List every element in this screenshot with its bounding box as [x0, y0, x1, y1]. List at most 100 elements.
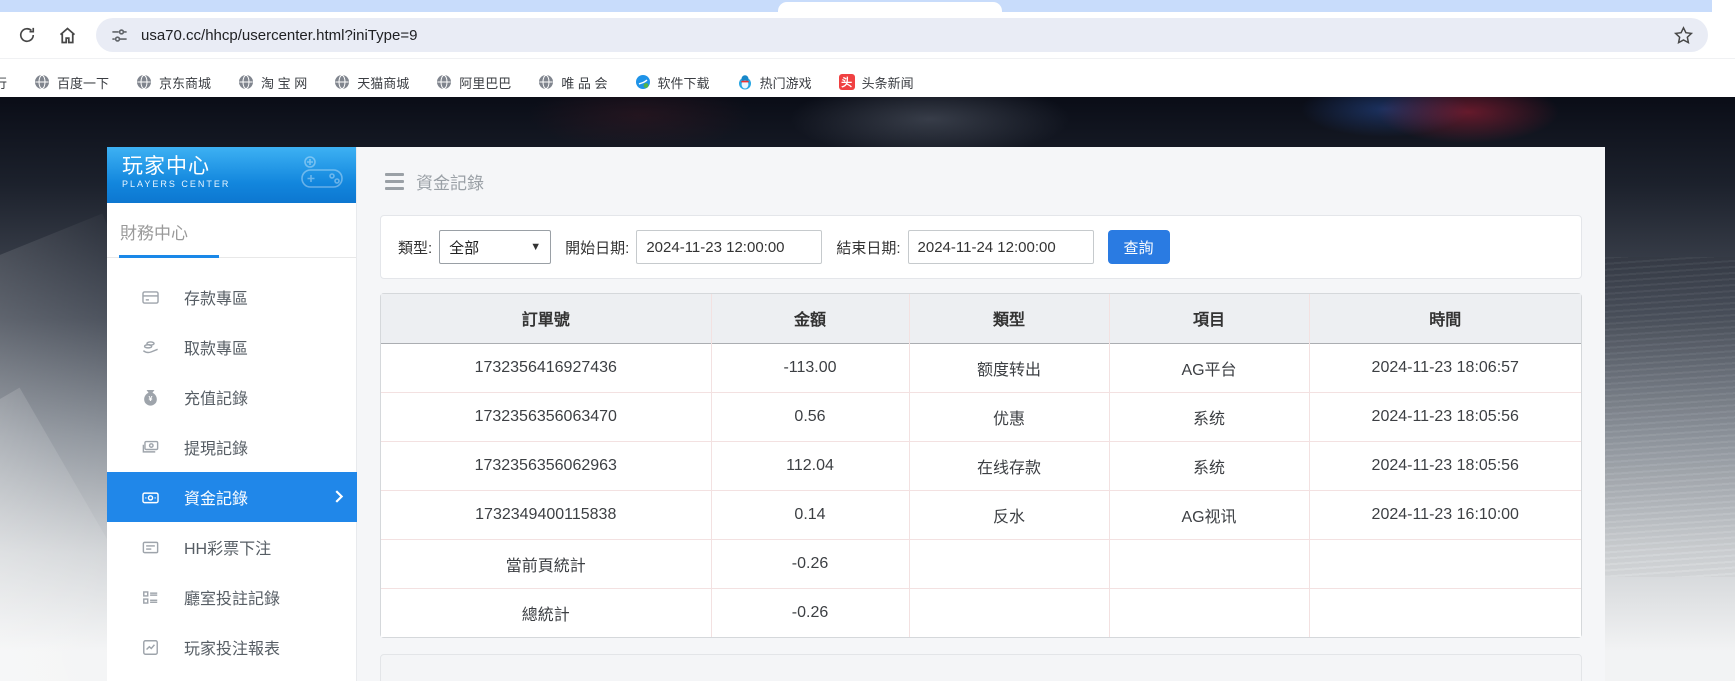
sidebar-item-withdraw[interactable]: 取款專區 [107, 322, 356, 372]
table-cell: 在线存款 [909, 441, 1109, 490]
url-text[interactable]: usa70.cc/hhcp/usercenter.html?iniType=9 [141, 27, 1673, 44]
tab-strip[interactable] [0, 0, 1735, 12]
bookmark-label: 淘 宝 网 [261, 73, 307, 92]
bookmarks-bar: 行 百度一下 京东商城 淘 宝 网 天猫商城 阿里巴巴 唯 品 会 软件下载 [0, 58, 1735, 97]
sidebar-item-label: HH彩票下注 [184, 535, 271, 559]
table-row: 1732356356062963 112.04 在线存款 系统 2024-11-… [381, 441, 1581, 490]
background-texture [1603, 257, 1735, 577]
bookmark-label: 京东商城 [159, 73, 211, 92]
start-date-input[interactable] [636, 230, 822, 264]
globe-icon [238, 74, 254, 90]
home-button[interactable] [50, 18, 84, 52]
sidebar-item-label: 資金記錄 [184, 485, 248, 509]
bookmark-label: 热门游戏 [760, 73, 812, 92]
reload-button[interactable] [10, 18, 44, 52]
sidebar-item-label: 廳室投註記錄 [184, 585, 280, 609]
active-tab[interactable] [778, 2, 1002, 12]
bookmark-item[interactable]: 淘 宝 网 [238, 73, 307, 92]
sidebar-item-label: 充值記錄 [184, 385, 248, 409]
deposit-card-icon [140, 287, 160, 307]
sidebar-item-hall-bet-records[interactable]: 廳室投註記錄 [107, 572, 356, 622]
table-row-grand-total: 總統計 -0.26 [381, 588, 1581, 637]
money-bag-icon: ¥ [140, 387, 160, 407]
table-cell: 额度转出 [909, 343, 1109, 392]
bookmark-star-icon[interactable] [1673, 25, 1694, 46]
table-cell: 2024-11-23 18:05:56 [1309, 441, 1581, 490]
table-cell: 0.56 [711, 392, 909, 441]
bookmark-item[interactable]: 软件下载 [635, 73, 710, 92]
column-header-amount: 金額 [711, 294, 909, 343]
bookmark-label: 唯 品 会 [561, 73, 607, 92]
table-cell [1109, 539, 1309, 588]
browser-toolbar: usa70.cc/hhcp/usercenter.html?iniType=9 [0, 12, 1735, 58]
svg-text:¥: ¥ [148, 395, 152, 403]
globe-icon [538, 74, 554, 90]
table-cell [1309, 588, 1581, 637]
bookmark-item[interactable]: 京东商城 [136, 73, 211, 92]
sidebar-item-lottery-bets[interactable]: HH彩票下注 [107, 522, 356, 572]
column-header-time: 時間 [1309, 294, 1581, 343]
end-date-input[interactable] [908, 230, 1094, 264]
bookmark-label: 行 [0, 73, 7, 92]
section-underline [107, 255, 356, 258]
sidebar-item-recharge[interactable]: ¥ 充值記錄 [107, 372, 356, 422]
bookmark-item[interactable]: 热门游戏 [737, 73, 812, 92]
table-cell: -0.26 [711, 588, 909, 637]
bookmark-item[interactable]: 头 头条新闻 [839, 73, 914, 92]
page-background: 玩家中心 PLAYERS CENTER 財務中心 [0, 97, 1735, 681]
table-cell [909, 588, 1109, 637]
column-header-order-no: 訂單號 [381, 294, 711, 343]
table-cell: 0.14 [711, 490, 909, 539]
sidebar-item-label: 取款專區 [184, 335, 248, 359]
ticket-list-icon [140, 537, 160, 557]
bookmark-label: 阿里巴巴 [459, 73, 511, 92]
sidebar-item-funds-active[interactable]: 資金記錄 [107, 472, 361, 522]
table-cell: 优惠 [909, 392, 1109, 441]
main-panel: 資金記錄 類型: 全部 ▼ 開始日期: 結束日期: 查詢 [357, 147, 1605, 681]
type-filter-label: 類型: [398, 237, 432, 258]
bookmark-label: 软件下载 [658, 73, 710, 92]
toutiao-icon: 头 [839, 74, 855, 90]
definition-list-icon [140, 587, 160, 607]
url-bar[interactable]: usa70.cc/hhcp/usercenter.html?iniType=9 [96, 18, 1708, 52]
pagination-bar [380, 654, 1582, 681]
software-download-icon [635, 74, 651, 90]
bookmark-item[interactable]: 天猫商城 [334, 73, 409, 92]
funds-table: 訂單號 金額 類型 項目 時間 1732356416927436 [380, 293, 1582, 638]
table-cell: 反水 [909, 490, 1109, 539]
funds-icon [140, 487, 160, 507]
hamburger-icon[interactable] [385, 173, 404, 190]
bookmark-item[interactable]: 阿里巴巴 [436, 73, 511, 92]
bookmark-item[interactable]: 唯 品 会 [538, 73, 607, 92]
table-cell: AG视讯 [1109, 490, 1309, 539]
table-cell: -0.26 [711, 539, 909, 588]
table-cell [1309, 539, 1581, 588]
sidebar-item-bet-report[interactable]: 玩家投注報表 [107, 622, 356, 672]
type-select[interactable]: 全部 ▼ [439, 230, 551, 264]
sidebar: 玩家中心 PLAYERS CENTER 財務中心 [107, 147, 357, 681]
sidebar-item-label: 玩家投注報表 [184, 635, 280, 659]
sidebar-item-deposit[interactable]: 存款專區 [107, 272, 356, 322]
table-cell: 1732356356063470 [381, 392, 711, 441]
bookmark-item[interactable]: 行 [0, 73, 7, 92]
table-cell: 2024-11-23 18:05:56 [1309, 392, 1581, 441]
globe-icon [136, 74, 152, 90]
sidebar-banner: 玩家中心 PLAYERS CENTER [107, 147, 356, 203]
table-cell: 1732356416927436 [381, 343, 711, 392]
table-row-page-total: 當前頁統計 -0.26 [381, 539, 1581, 588]
site-info-icon[interactable] [110, 26, 129, 45]
table-cell: -113.00 [711, 343, 909, 392]
table-header-row: 訂單號 金額 類型 項目 時間 [381, 294, 1581, 343]
gamepad-icon [296, 154, 348, 192]
search-button[interactable]: 查詢 [1108, 230, 1170, 264]
bookmark-label: 天猫商城 [357, 73, 409, 92]
table-cell [1109, 588, 1309, 637]
chevron-down-icon: ▼ [530, 241, 541, 253]
table-cell: AG平台 [1109, 343, 1309, 392]
page-title: 資金記錄 [416, 169, 484, 194]
sidebar-item-cashout[interactable]: 提現記錄 [107, 422, 356, 472]
globe-icon [436, 74, 452, 90]
bookmark-item[interactable]: 百度一下 [34, 73, 109, 92]
end-date-label: 結束日期: [836, 237, 900, 258]
banknotes-icon [140, 437, 160, 457]
